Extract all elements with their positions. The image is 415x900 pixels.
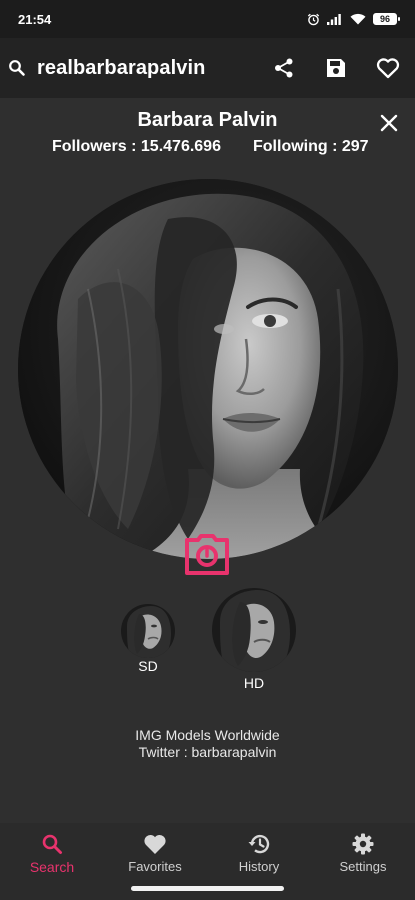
nav-label-settings: Settings <box>339 859 387 874</box>
status-time: 21:54 <box>18 11 52 27</box>
heart-outline-icon[interactable] <box>375 55 401 81</box>
heart-icon <box>115 833 195 855</box>
search-icon[interactable] <box>8 59 26 77</box>
bio-line-1: IMG Models Worldwide <box>135 727 280 743</box>
nav-item-search[interactable]: Search <box>12 833 92 875</box>
nav-label-history: History <box>238 859 280 874</box>
sd-photo-option[interactable] <box>121 604 175 658</box>
profile-stats: Followers : 15.476.696 Following : 297 <box>0 138 415 158</box>
nav-label-favorites: Favorites <box>128 859 182 874</box>
profile-bio: IMG Models Worldwide Twitter : barbarapa… <box>0 727 415 761</box>
followers-count: Followers : 15.476.696 <box>52 138 221 155</box>
status-icons: 96 <box>307 13 400 26</box>
following-count: Following : 297 <box>253 138 369 155</box>
sd-label: SD <box>138 658 158 674</box>
alarm-icon <box>307 13 320 26</box>
home-indicator[interactable] <box>131 886 284 891</box>
battery-icon: 96 <box>373 13 400 25</box>
save-icon[interactable] <box>323 55 349 81</box>
profile-photo[interactable] <box>18 179 398 559</box>
nav-label-search: Search <box>29 859 75 875</box>
screen: 21:54 96 realbarbarapalvin Barbara Palvi… <box>0 0 415 900</box>
app-actions <box>271 38 401 98</box>
nav-item-settings[interactable]: Settings <box>323 833 403 874</box>
app-bar: realbarbarapalvin <box>0 38 415 98</box>
profile-name: Barbara Palvin <box>137 109 278 131</box>
nav-item-history[interactable]: History <box>219 833 299 874</box>
search-query[interactable]: realbarbarapalvin <box>37 57 205 80</box>
bio-line-2: Twitter : barbarapalvin <box>138 744 277 760</box>
nav-item-favorites[interactable]: Favorites <box>115 833 195 874</box>
share-icon[interactable] <box>271 55 297 81</box>
search-icon <box>12 833 92 855</box>
history-icon <box>219 833 299 855</box>
hd-photo-option[interactable] <box>212 588 296 672</box>
status-bar: 21:54 96 <box>0 0 415 38</box>
signal-icon <box>327 13 343 25</box>
camera-icon[interactable] <box>183 534 231 576</box>
close-icon[interactable] <box>378 112 400 134</box>
gear-icon <box>323 833 403 855</box>
hd-label: HD <box>243 675 265 691</box>
wifi-icon <box>350 13 366 25</box>
